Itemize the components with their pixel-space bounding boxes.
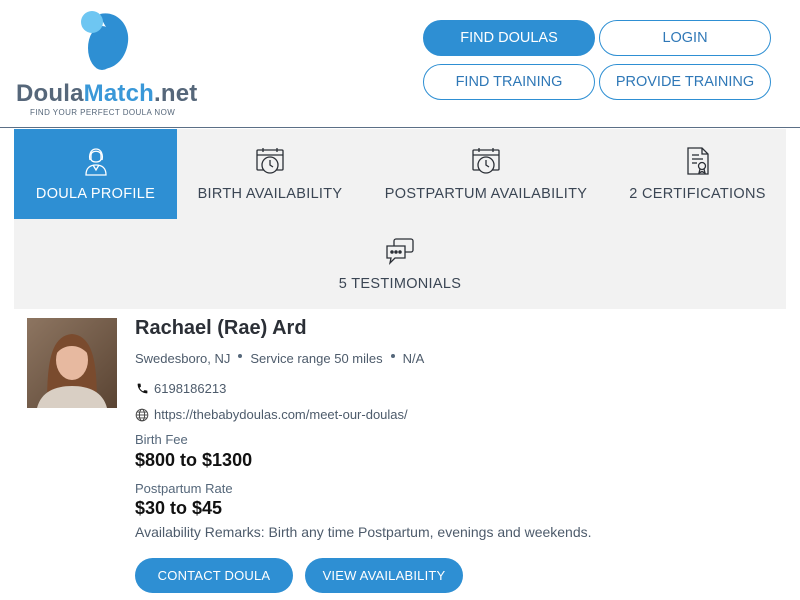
chat-bubbles-icon [385, 235, 415, 267]
birth-fee-value: $800 to $1300 [135, 450, 253, 470]
doula-extra: N/A [402, 351, 425, 366]
tab-label: 2 CERTIFICATIONS [629, 186, 766, 202]
globe-icon [135, 408, 149, 422]
phone-number[interactable]: 6198186213 [154, 381, 226, 396]
provide-training-button[interactable]: PROVIDE TRAINING [599, 64, 771, 100]
find-doulas-button[interactable]: FIND DOULAS [423, 20, 595, 56]
calendar-clock-icon [255, 145, 285, 177]
calendar-clock-icon [471, 145, 501, 177]
website-row: https://thebabydoulas.com/meet-our-doula… [135, 407, 408, 422]
separator-dot [390, 353, 395, 358]
tab-label: DOULA PROFILE [35, 186, 156, 202]
view-availability-button[interactable]: VIEW AVAILABILITY [305, 558, 463, 593]
postpartum-rate-label: Postpartum Rate [135, 481, 233, 496]
tab-label: BIRTH AVAILABILITY [197, 186, 343, 202]
availability-remarks: Availability Remarks: Birth any time Pos… [135, 524, 592, 540]
birth-fee-label: Birth Fee [135, 432, 188, 447]
tab-postpartum-availability[interactable]: POSTPARTUM AVAILABILITY [363, 129, 609, 219]
tab-label: POSTPARTUM AVAILABILITY [384, 186, 588, 202]
doula-location: Swedesboro, NJ [135, 351, 231, 366]
login-button[interactable]: LOGIN [599, 20, 771, 56]
tab-doula-profile[interactable]: DOULA PROFILE [14, 129, 177, 219]
logo-mark-icon [81, 11, 129, 70]
tab-testimonials[interactable]: 5 TESTIMONIALS [297, 219, 503, 309]
tab-certifications[interactable]: 2 CERTIFICATIONS [609, 129, 786, 219]
logo-wordmark: DoulaMatch.net [16, 80, 198, 107]
contact-doula-button[interactable]: CONTACT DOULA [135, 558, 293, 593]
logo-tagline: FIND YOUR PERFECT DOULA NOW [30, 108, 176, 117]
doula-meta: Swedesboro, NJ Service range 50 miles N/… [135, 351, 424, 366]
certificate-icon [683, 145, 713, 177]
separator-dot [238, 353, 243, 358]
postpartum-rate-value: $30 to $45 [135, 498, 223, 518]
doula-service-range: Service range 50 miles [250, 351, 383, 366]
phone-icon [135, 382, 149, 396]
phone-row: 6198186213 [135, 381, 226, 396]
website-link[interactable]: https://thebabydoulas.com/meet-our-doula… [154, 407, 408, 422]
profile-tabs: DOULA PROFILE BIRTH AVAILABILITY POSTPAR [14, 129, 786, 309]
site-header: DoulaMatch.net FIND YOUR PERFECT DOULA N… [0, 0, 800, 128]
doula-name: Rachael (Rae) Ard [135, 317, 307, 339]
find-training-button[interactable]: FIND TRAINING [423, 64, 595, 100]
tab-birth-availability[interactable]: BIRTH AVAILABILITY [177, 129, 363, 219]
tab-label: 5 TESTIMONIALS [338, 276, 462, 292]
doulamatch-logo[interactable]: DoulaMatch.net FIND YOUR PERFECT DOULA N… [14, 10, 214, 120]
doula-avatar [27, 318, 117, 408]
doula-person-icon [81, 145, 111, 177]
